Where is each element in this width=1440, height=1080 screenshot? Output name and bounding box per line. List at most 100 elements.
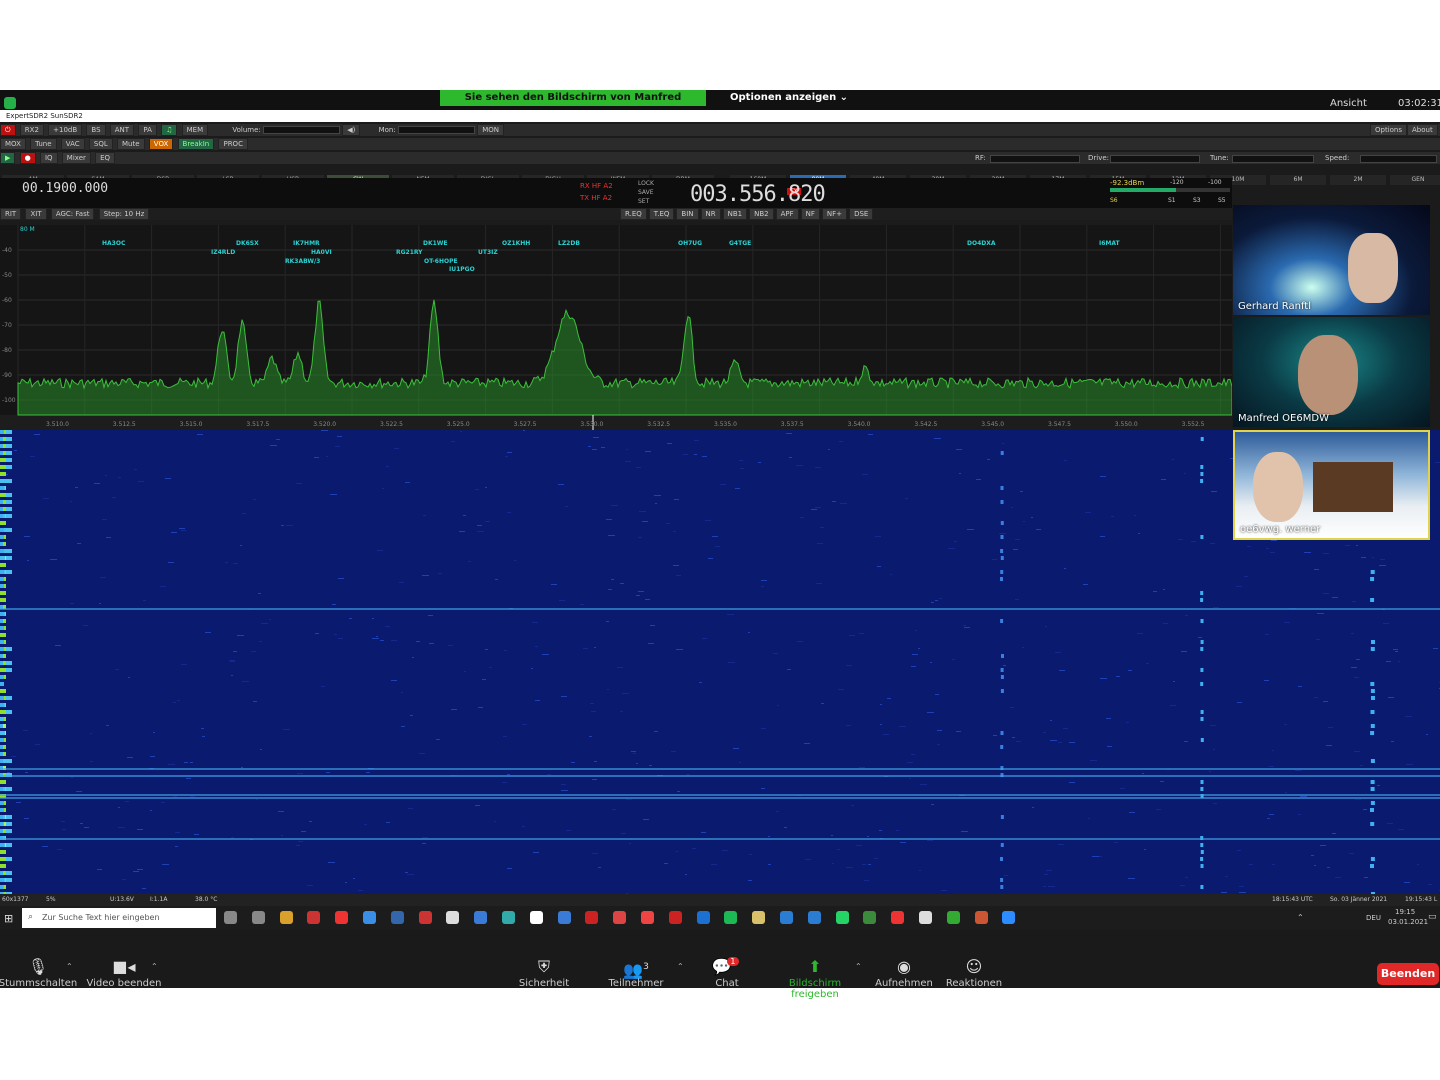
mute-options-chevron-icon[interactable]: ⌃ (66, 962, 73, 971)
store-icon[interactable] (307, 911, 321, 924)
dx-spot-callsign[interactable]: I6MAT (1099, 240, 1120, 247)
app-icon[interactable] (446, 911, 460, 924)
chrome-icon[interactable] (363, 911, 376, 924)
app-icon[interactable] (946, 911, 960, 924)
breakin-button[interactable]: BreakIn (177, 138, 215, 150)
dx-spot-callsign[interactable]: RG21RY (396, 249, 423, 256)
app-icon[interactable] (807, 911, 821, 924)
video-tile-1[interactable]: Gerhard Ranftl (1233, 205, 1430, 315)
participants-chevron-icon[interactable]: ⌃ (677, 962, 684, 971)
video-tile-2[interactable]: Manfred OE6MDW (1233, 317, 1430, 427)
toolbar-btn-rx2[interactable]: RX2 (19, 124, 44, 136)
volume-slider[interactable] (263, 126, 341, 134)
dx-spot-callsign[interactable]: OT-6HOPE (424, 258, 458, 265)
dx-spot-callsign[interactable]: IU1PGO (449, 266, 475, 273)
app-icon[interactable] (863, 911, 877, 924)
mon-slider[interactable] (397, 126, 475, 134)
dx-spot-callsign[interactable]: UT3IZ (478, 249, 498, 256)
rit-button[interactable]: RIT (0, 208, 22, 220)
options-button[interactable]: Options (1370, 124, 1408, 136)
app-icon[interactable] (752, 911, 766, 924)
xit-button[interactable]: XIT (25, 208, 47, 220)
record-icon[interactable]: ● (19, 152, 36, 164)
share-screen-button[interactable]: ⬆ Bildschirm freigeben (765, 956, 865, 1000)
app-icon[interactable] (668, 911, 682, 924)
dx-spot-callsign[interactable]: DK1WE (423, 240, 448, 247)
eq-button[interactable]: EQ (95, 152, 116, 164)
dx-spot-callsign[interactable]: HA0VI (311, 249, 332, 256)
windows-start-icon[interactable]: ⊞ (4, 912, 13, 925)
dx-spot-callsign[interactable]: RK3ABW/3 (285, 258, 320, 265)
task-view-icon[interactable] (251, 911, 265, 924)
notification-icon[interactable]: ▭ (1428, 912, 1437, 922)
app-icon[interactable] (891, 911, 905, 924)
vox-button[interactable]: VOX (148, 138, 174, 150)
band-6m[interactable]: 6M (1270, 175, 1326, 185)
dsp-req[interactable]: R.EQ (620, 208, 647, 220)
app-icon[interactable] (335, 911, 349, 924)
record-button[interactable]: ◉ Aufnehmen (864, 956, 944, 989)
waterfall-display[interactable] (0, 430, 1440, 894)
cortana-icon[interactable] (224, 911, 237, 924)
app-icon[interactable] (390, 911, 404, 924)
dx-spot-callsign[interactable]: DO4DXA (967, 240, 996, 247)
iq-button[interactable]: IQ (39, 152, 58, 164)
mixer-button[interactable]: Mixer (61, 152, 91, 164)
vfo-b-frequency[interactable]: 00.1900.000 (22, 181, 108, 196)
dx-spot-callsign[interactable]: DK6SX (236, 240, 259, 247)
dsp-nb1[interactable]: NB1 (722, 208, 748, 220)
speed-slider[interactable] (1360, 155, 1437, 163)
about-button[interactable]: About (1407, 124, 1438, 136)
stop-video-button[interactable]: ■◂ Video beenden (84, 956, 164, 989)
toolbar-btn-mon[interactable]: MON (477, 124, 504, 136)
app-icon[interactable] (585, 911, 599, 924)
dx-spot-callsign[interactable]: LZ2DB (558, 240, 580, 247)
agc-select[interactable]: AGC: Fast (50, 208, 95, 220)
chat-button[interactable]: 💬1 Chat (687, 956, 767, 989)
dx-spot-callsign[interactable]: IZ4RLD (211, 249, 235, 256)
dsp-nr[interactable]: NR (700, 208, 721, 220)
mute-button[interactable]: Mute (117, 138, 145, 150)
power-icon[interactable]: ⏻ (0, 124, 16, 136)
video-tile-3[interactable]: oe6vwg. werner (1233, 430, 1430, 540)
security-button[interactable]: ⛨ Sicherheit (504, 956, 584, 989)
shield-icon[interactable] (4, 97, 16, 109)
dsp-bin[interactable]: BIN (676, 208, 699, 220)
toolbar-btn-ant[interactable]: ANT (109, 124, 135, 136)
tray-time[interactable]: 19:15 (1395, 908, 1415, 916)
toolbar-btn-preamp[interactable]: +10dB (48, 124, 83, 136)
band-gen[interactable]: GEN (1390, 175, 1440, 185)
tray-chevron-icon[interactable]: ⌃ (1297, 913, 1304, 922)
spotify-icon[interactable] (724, 911, 738, 924)
file-explorer-icon[interactable] (279, 911, 293, 924)
drive-slider[interactable] (1110, 155, 1200, 163)
toolbar-btn-bs[interactable]: BS (86, 124, 106, 136)
rf-slider[interactable] (990, 155, 1080, 163)
dsp-nfplus[interactable]: NF+ (821, 208, 848, 220)
language-indicator[interactable]: DEU (1366, 914, 1381, 922)
app-icon[interactable] (502, 911, 515, 924)
set-button[interactable]: SET (638, 198, 649, 205)
dx-spot-callsign[interactable]: IK7HMR (293, 240, 320, 247)
vac-button[interactable]: VAC (60, 138, 85, 150)
speaker-icon[interactable]: ◀) (342, 124, 361, 136)
proc-button[interactable]: PROC (218, 138, 248, 150)
app-icon[interactable] (641, 911, 654, 924)
dsp-nf[interactable]: NF (800, 208, 820, 220)
app-icon[interactable] (780, 911, 793, 924)
zoom-icon[interactable] (1002, 911, 1016, 924)
play-icon[interactable]: ▶ (0, 152, 16, 164)
dx-spot-callsign[interactable]: OZ1KHH (502, 240, 530, 247)
vfo-a-frequency[interactable]: 003.556.820 (690, 182, 826, 207)
dsp-dse[interactable]: DSE (849, 208, 874, 220)
participants-button[interactable]: 👥3 Teilnehmer (596, 956, 676, 989)
dsp-teq[interactable]: T.EQ (648, 208, 675, 220)
dx-spot-callsign[interactable]: HA3OC (102, 240, 125, 247)
end-meeting-button[interactable]: Beenden (1377, 963, 1439, 985)
outlook-icon[interactable] (696, 911, 710, 924)
step-select[interactable]: Step: 10 Hz (98, 208, 150, 220)
share-options-chevron-icon[interactable]: ⌃ (855, 962, 862, 971)
app-icon[interactable] (529, 911, 543, 924)
sql-button[interactable]: SQL (88, 138, 113, 150)
dsp-apf[interactable]: APF (775, 208, 799, 220)
